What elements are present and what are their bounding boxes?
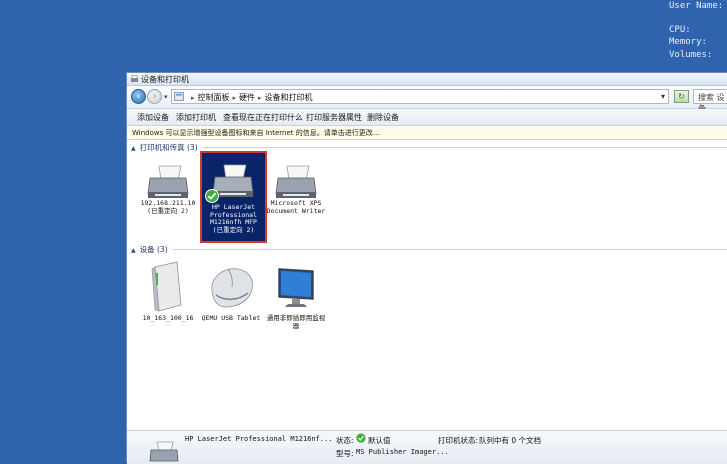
device-label: 通用非即插即用监视器 (266, 314, 326, 330)
printer-label: 192.168.211.10 (已重定向 2) (140, 199, 196, 215)
default-printer-check-icon (205, 189, 219, 203)
mouse-icon (211, 268, 253, 308)
collapse-icon: ▲ (131, 247, 136, 254)
add-device-button[interactable]: 添加设备 (137, 112, 169, 123)
recent-pages-dropdown[interactable]: ▾ (164, 93, 168, 101)
printer-icon (275, 165, 317, 198)
printer-icon (131, 75, 138, 82)
section-devices-header[interactable]: ▲ 设备 (3) (131, 244, 168, 255)
device-label: 10_163_100_16 (142, 314, 194, 322)
devices-and-printers-window: 设备和打印机 ‹ › ▾ ▸控制面板▸硬件▸设备和打印机 ▾ ↻ 搜索 设备..… (126, 72, 727, 464)
printer-icon (147, 165, 189, 198)
printer-label: HP LaserJet Professional M1216nfh MFP (已… (210, 203, 257, 234)
status-label: 状态: (336, 436, 354, 445)
computer-device-item[interactable]: 10_163_100_16 (139, 257, 197, 327)
section-printers-title: 打印机和传真 (3) (139, 143, 198, 152)
search-input[interactable]: 搜索 设备... (693, 89, 727, 113)
computer-tower-icon (151, 261, 182, 312)
add-printer-button[interactable]: 添加打印机 (176, 112, 216, 123)
back-button[interactable]: ‹ (131, 89, 146, 104)
printer-icon (149, 441, 179, 462)
breadcrumb-control-panel[interactable]: 控制面板 (198, 93, 230, 102)
refresh-button[interactable]: ↻ (674, 90, 689, 103)
remove-device-button[interactable]: 删除设备 (367, 112, 399, 123)
chevron-down-icon: ▾ (164, 93, 168, 101)
address-dropdown-icon[interactable]: ▾ (661, 92, 665, 101)
print-server-properties-button[interactable]: 打印服务器属性 (306, 112, 362, 123)
control-panel-icon (174, 92, 184, 101)
breadcrumb-separator: ▸ (232, 94, 237, 102)
printer-status-value: 队列中有 0 个文档 (479, 436, 542, 445)
printer-status-label: 打印机状态: (438, 436, 479, 445)
see-whats-printing-button[interactable]: 查看现在正在打印什么 (223, 112, 303, 123)
address-bar[interactable]: ▸ 控制面板 ▸ 硬件 ▸ 设备和打印机 ▾ (171, 89, 669, 104)
arrow-left-icon: ‹ (136, 90, 141, 102)
breadcrumb-hardware[interactable]: 硬件 (239, 93, 255, 102)
default-check-icon (356, 433, 366, 443)
cpu-label: CPU: (669, 24, 691, 35)
printer-label: Microsoft XPS Document Writer (266, 199, 326, 215)
window-title: 设备和打印机 (141, 75, 189, 84)
section-devices-title: 设备 (3) (139, 245, 168, 254)
section-divider (173, 249, 727, 250)
desktop-info: User Name: CPU: Memory: Volumes: (669, 0, 723, 61)
forward-button[interactable]: › (147, 89, 162, 104)
breadcrumb: ▸ 控制面板 ▸ 硬件 ▸ 设备和打印机 (188, 92, 313, 103)
details-pane: HP LaserJet Professional M1216nf... 状态: … (127, 430, 727, 464)
device-label: QEMU USB Tablet (201, 314, 261, 322)
monitor-device-item[interactable]: 通用非即插即用监视器 (265, 257, 327, 337)
collapse-icon: ▲ (131, 145, 136, 152)
memory-label: Memory: (669, 37, 707, 47)
monitor-icon (278, 268, 314, 307)
printer-item[interactable]: 192.168.211.10 (已重定向 2) (139, 158, 197, 220)
navigation-bar: ‹ › ▾ ▸控制面板▸硬件▸设备和打印机 ▾ ↻ 搜索 设备... (127, 86, 727, 113)
status-value: 默认值 (368, 436, 391, 445)
title-bar[interactable]: 设备和打印机 (127, 73, 727, 86)
section-divider (203, 147, 727, 148)
model-value: MS Publisher Imager... (356, 448, 449, 456)
usb-tablet-device-item[interactable]: QEMU USB Tablet (200, 257, 262, 327)
printer-item[interactable]: Microsoft XPS Document Writer (265, 158, 327, 220)
breadcrumb-devices-and-printers[interactable]: 设备和打印机 (265, 93, 313, 102)
breadcrumb-separator: ▸ (191, 94, 195, 102)
volumes-label: Volumes: (669, 49, 713, 60)
refresh-icon: ↻ (678, 92, 685, 101)
selected-device-name: HP LaserJet Professional M1216nf... (185, 435, 333, 443)
breadcrumb-separator: ▸ (258, 94, 262, 102)
printer-item-selected[interactable]: HP LaserJet Professional M1216nfh MFP (已… (200, 151, 267, 243)
section-printers-header[interactable]: ▲ 打印机和传真 (3) (131, 142, 198, 153)
user-name-label: User Name: (669, 1, 724, 11)
command-bar: 添加设备 添加打印机 查看现在正在打印什么 打印服务器属性 删除设备 (127, 109, 727, 126)
arrow-right-icon: › (152, 90, 157, 102)
info-bar[interactable]: Windows 可以显示增强型设备图标和来自 Internet 的信息。请单击进… (127, 126, 727, 140)
info-bar-text: Windows 可以显示增强型设备图标和来自 Internet 的信息。请单击进… (132, 129, 380, 137)
